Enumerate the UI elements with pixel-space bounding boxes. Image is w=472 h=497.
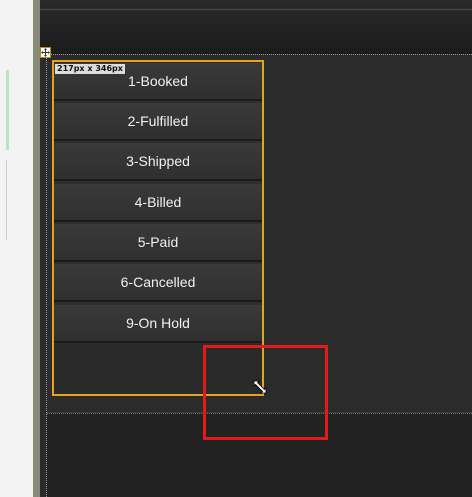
menu-item-label: 2-Fulfilled xyxy=(127,113,189,129)
editor-screen: 1-Booked 2-Fulfilled 3-Shipped 4-Billed … xyxy=(0,0,472,497)
menu-item-label: 4-Billed xyxy=(134,194,182,210)
menu-item-shipped[interactable]: 3-Shipped xyxy=(54,143,262,181)
menu-item-label: 1-Booked xyxy=(128,73,188,89)
menu-item-label: 3-Shipped xyxy=(126,153,190,169)
menu-item-on-hold[interactable]: 9-On Hold xyxy=(54,305,262,343)
menu-item-billed[interactable]: 4-Billed xyxy=(54,184,262,222)
canvas-header-bar xyxy=(40,0,472,54)
panel-divider[interactable] xyxy=(33,0,40,497)
size-readout: 217px x 346px xyxy=(55,64,125,74)
menu-item-fulfilled[interactable]: 2-Fulfilled xyxy=(54,103,262,141)
menu-item-paid[interactable]: 5-Paid xyxy=(54,224,262,262)
panel-separator xyxy=(6,160,7,240)
panel-accent xyxy=(6,70,9,150)
menu-item-label: 9-On Hold xyxy=(126,315,190,331)
header-line xyxy=(40,9,472,10)
move-icon[interactable] xyxy=(40,47,51,58)
resize-handle-highlight xyxy=(203,345,328,440)
menu-item-cancelled[interactable]: 6-Cancelled xyxy=(54,264,262,302)
left-side-panel xyxy=(0,0,34,497)
move-arrows-glyph xyxy=(41,48,50,57)
menu-item-label: 6-Cancelled xyxy=(120,274,196,290)
menu-item-label: 5-Paid xyxy=(137,234,179,250)
